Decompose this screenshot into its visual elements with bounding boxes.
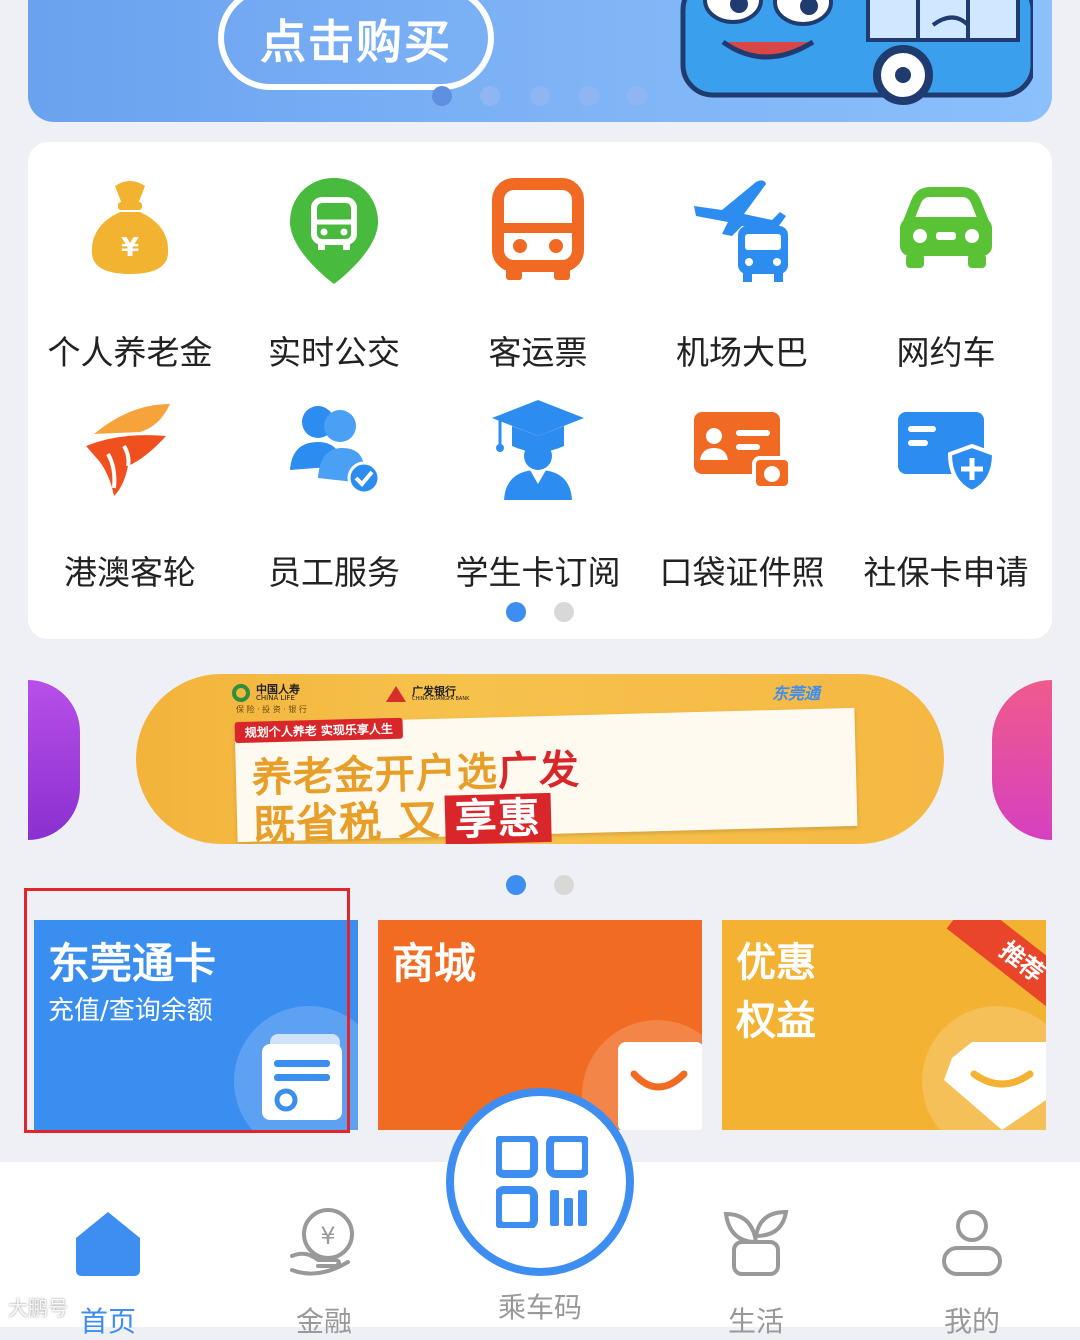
benefits-title-1: 优惠 xyxy=(736,940,816,986)
carousel-dot-active[interactable] xyxy=(432,86,452,106)
promo-next-peek[interactable] xyxy=(992,680,1052,840)
nav-life-label: 生活 xyxy=(727,1305,784,1338)
promo-tag: 规划个人养老 实现乐享人生 xyxy=(234,717,404,744)
cgb-logo: 广发银行 CHINA GUANGFA BANK xyxy=(386,682,469,706)
service-realtime-bus[interactable]: 实时公交 xyxy=(232,176,436,376)
promo-headline-2a: 既省税 又 xyxy=(252,795,442,844)
mall-title: 商城 xyxy=(392,939,477,988)
service-coach-ticket[interactable]: 客运票 xyxy=(436,176,640,376)
bus-mascot-image xyxy=(680,0,1033,105)
id-photo-icon xyxy=(694,412,792,490)
china-life-logo: 中国人寿 CHINA LIFE xyxy=(232,680,300,706)
watermark: 大鹏号 xyxy=(8,1296,68,1320)
qr-code-icon xyxy=(496,1136,588,1228)
services-page-dot-active[interactable] xyxy=(506,602,526,622)
ride-code-label: 乘车码 xyxy=(497,1291,582,1324)
promo-paper: 规划个人养老 实现乐享人生 养老金开户选广发 既省税 又享惠 xyxy=(234,707,858,844)
service-label: 客运票 xyxy=(488,333,588,372)
home-icon xyxy=(76,1212,140,1276)
service-staff[interactable]: 员工服务 xyxy=(232,396,436,596)
user-icon xyxy=(942,1210,1002,1276)
china-life-en: CHINA LIFE xyxy=(256,694,295,702)
china-life-logo-icon xyxy=(232,684,250,702)
promo-page-dot-active[interactable] xyxy=(506,875,526,895)
carousel-dot[interactable] xyxy=(530,86,550,106)
airport-bus-icon xyxy=(694,180,788,282)
service-student-card[interactable]: 学生卡订阅 xyxy=(436,396,640,596)
finance-icon: ¥ xyxy=(290,1208,354,1276)
cgb-en: CHINA GUANGFA BANK xyxy=(412,696,470,702)
service-label: 机场大巴 xyxy=(676,333,808,372)
service-label: 实时公交 xyxy=(268,333,400,372)
promo-brand: 东莞通 xyxy=(772,684,821,703)
nav-finance-label: 金融 xyxy=(295,1305,352,1338)
carousel-dot[interactable] xyxy=(627,86,647,106)
ferry-sail-icon xyxy=(86,404,170,496)
top-banner[interactable]: 点击购买 xyxy=(28,0,1052,122)
services-page-dot[interactable] xyxy=(554,602,574,622)
buy-button[interactable]: 点击购买 xyxy=(218,0,494,90)
svg-text:¥: ¥ xyxy=(320,1222,335,1250)
service-label: 网约车 xyxy=(896,333,996,372)
service-label: 口袋证件照 xyxy=(659,553,825,592)
service-label: 员工服务 xyxy=(268,553,400,592)
svg-text:¥: ¥ xyxy=(121,233,139,263)
staff-verified-icon xyxy=(290,406,381,495)
money-bag-icon: ¥ xyxy=(91,181,169,274)
graduate-icon xyxy=(492,400,584,500)
benefits-tile[interactable]: 优惠 权益 推荐 xyxy=(722,920,1046,1130)
promo-page-dot[interactable] xyxy=(554,875,574,895)
services-card: ¥ 个人养老金 实时公交 客运票 机场大巴 网约车 港澳客轮 员工服务 学生卡订… xyxy=(28,142,1052,639)
nav-mine-label: 我的 xyxy=(943,1305,1000,1338)
carousel-dot[interactable] xyxy=(579,86,599,106)
highlight-box xyxy=(24,888,350,1133)
carousel-dot[interactable] xyxy=(480,86,500,106)
promo-headline-2: 既省税 又享惠 xyxy=(252,784,552,844)
service-label: 个人养老金 xyxy=(47,333,213,372)
service-airport-bus[interactable]: 机场大巴 xyxy=(640,176,844,376)
promo-prev-peek[interactable] xyxy=(28,680,80,840)
service-label: 社保卡申请 xyxy=(863,553,1029,592)
service-label: 港澳客轮 xyxy=(64,553,196,592)
service-ride-hailing[interactable]: 网约车 xyxy=(844,176,1048,376)
bus-location-pin-icon xyxy=(290,178,378,284)
cgb-logo-icon xyxy=(386,686,406,702)
service-hk-macau-ferry[interactable]: 港澳客轮 xyxy=(28,396,232,596)
pension-promo-banner[interactable]: 中国人寿 CHINA LIFE 广发银行 CHINA GUANGFA BANK … xyxy=(136,674,944,844)
promo-carousel[interactable]: 中国人寿 CHINA LIFE 广发银行 CHINA GUANGFA BANK … xyxy=(28,668,1052,848)
service-personal-pension[interactable]: ¥ 个人养老金 xyxy=(28,176,232,376)
service-label: 学生卡订阅 xyxy=(455,553,621,592)
social-security-card-icon xyxy=(898,412,996,495)
service-id-photo[interactable]: 口袋证件照 xyxy=(640,396,844,596)
benefits-title-2: 权益 xyxy=(736,998,816,1044)
promo-subline: 保 险 · 投 资 · 银 行 xyxy=(236,705,307,714)
diamond-icon xyxy=(944,1042,1046,1130)
ride-code-button[interactable] xyxy=(446,1088,634,1276)
shopping-bag-icon xyxy=(618,1042,702,1130)
coach-bus-icon xyxy=(492,178,584,280)
service-social-security-card[interactable]: 社保卡申请 xyxy=(844,396,1048,596)
sprout-icon xyxy=(723,1209,789,1276)
promo-headline-2b: 享惠 xyxy=(444,792,552,844)
car-icon xyxy=(900,187,992,268)
